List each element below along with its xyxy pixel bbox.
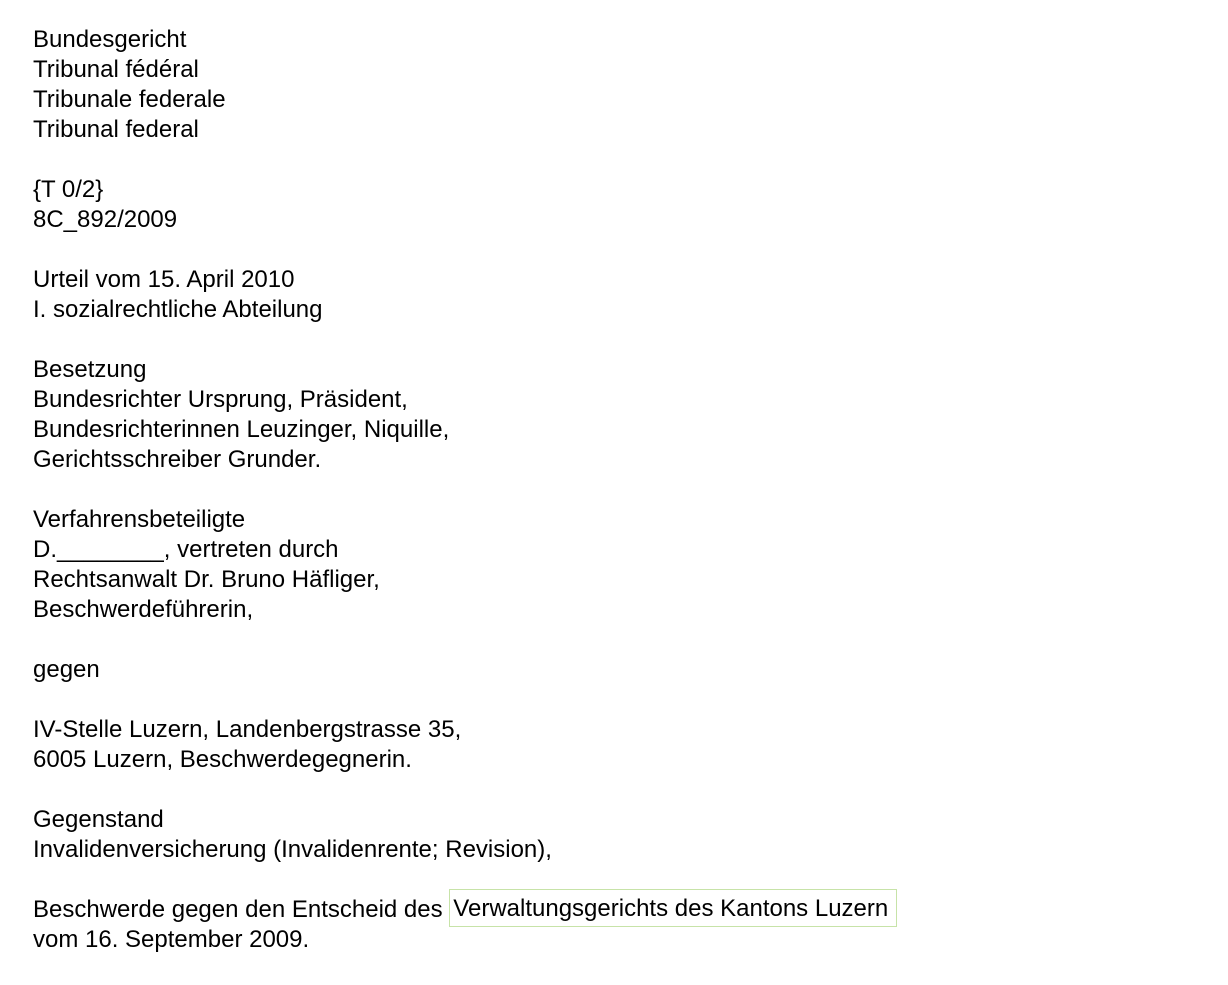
appellant-line: Beschwerdeführerin, — [33, 596, 254, 623]
court-name-it: Tribunale federale — [33, 86, 226, 113]
court-division: I. sozialrechtliche Abteilung — [33, 296, 323, 323]
case-number: 8C_892/2009 — [33, 206, 178, 233]
appellant-line: D.________, vertreten durch — [33, 536, 339, 563]
composition-line: Bundesrichterinnen Leuzinger, Niquille, — [33, 416, 450, 443]
appeal-prefix: Beschwerde gegen den Entscheid des — [33, 896, 450, 923]
appellant-line: Rechtsanwalt Dr. Bruno Häfliger, — [33, 566, 380, 593]
respondent-line: IV-Stelle Luzern, Landenbergstrasse 35, — [33, 716, 462, 743]
subject-heading: Gegenstand — [33, 806, 164, 833]
judgment-document: Bundesgericht Tribunal fédéral Tribunale… — [33, 25, 898, 955]
court-name-de: Bundesgericht — [33, 26, 187, 53]
appeal-date-line: vom 16. September 2009. — [33, 926, 310, 953]
reference-code: {T 0/2} — [33, 176, 104, 203]
respondent-line: 6005 Luzern, Beschwerdegegnerin. — [33, 746, 412, 773]
appeal-line: Beschwerde gegen den Entscheid des Verwa… — [33, 888, 898, 927]
court-name-rm: Tribunal federal — [33, 116, 199, 143]
court-name-fr: Tribunal fédéral — [33, 56, 199, 83]
versus-label: gegen — [33, 656, 100, 683]
highlighted-court-name[interactable]: Verwaltungsgerichts des Kantons Luzern — [449, 888, 898, 927]
subject-line: Invalidenversicherung (Invalidenrente; R… — [33, 836, 552, 863]
parties-heading: Verfahrensbeteiligte — [33, 506, 246, 533]
judgment-date: Urteil vom 15. April 2010 — [33, 266, 295, 293]
composition-line: Gerichtsschreiber Grunder. — [33, 446, 322, 473]
composition-line: Bundesrichter Ursprung, Präsident, — [33, 386, 408, 413]
composition-heading: Besetzung — [33, 356, 147, 383]
